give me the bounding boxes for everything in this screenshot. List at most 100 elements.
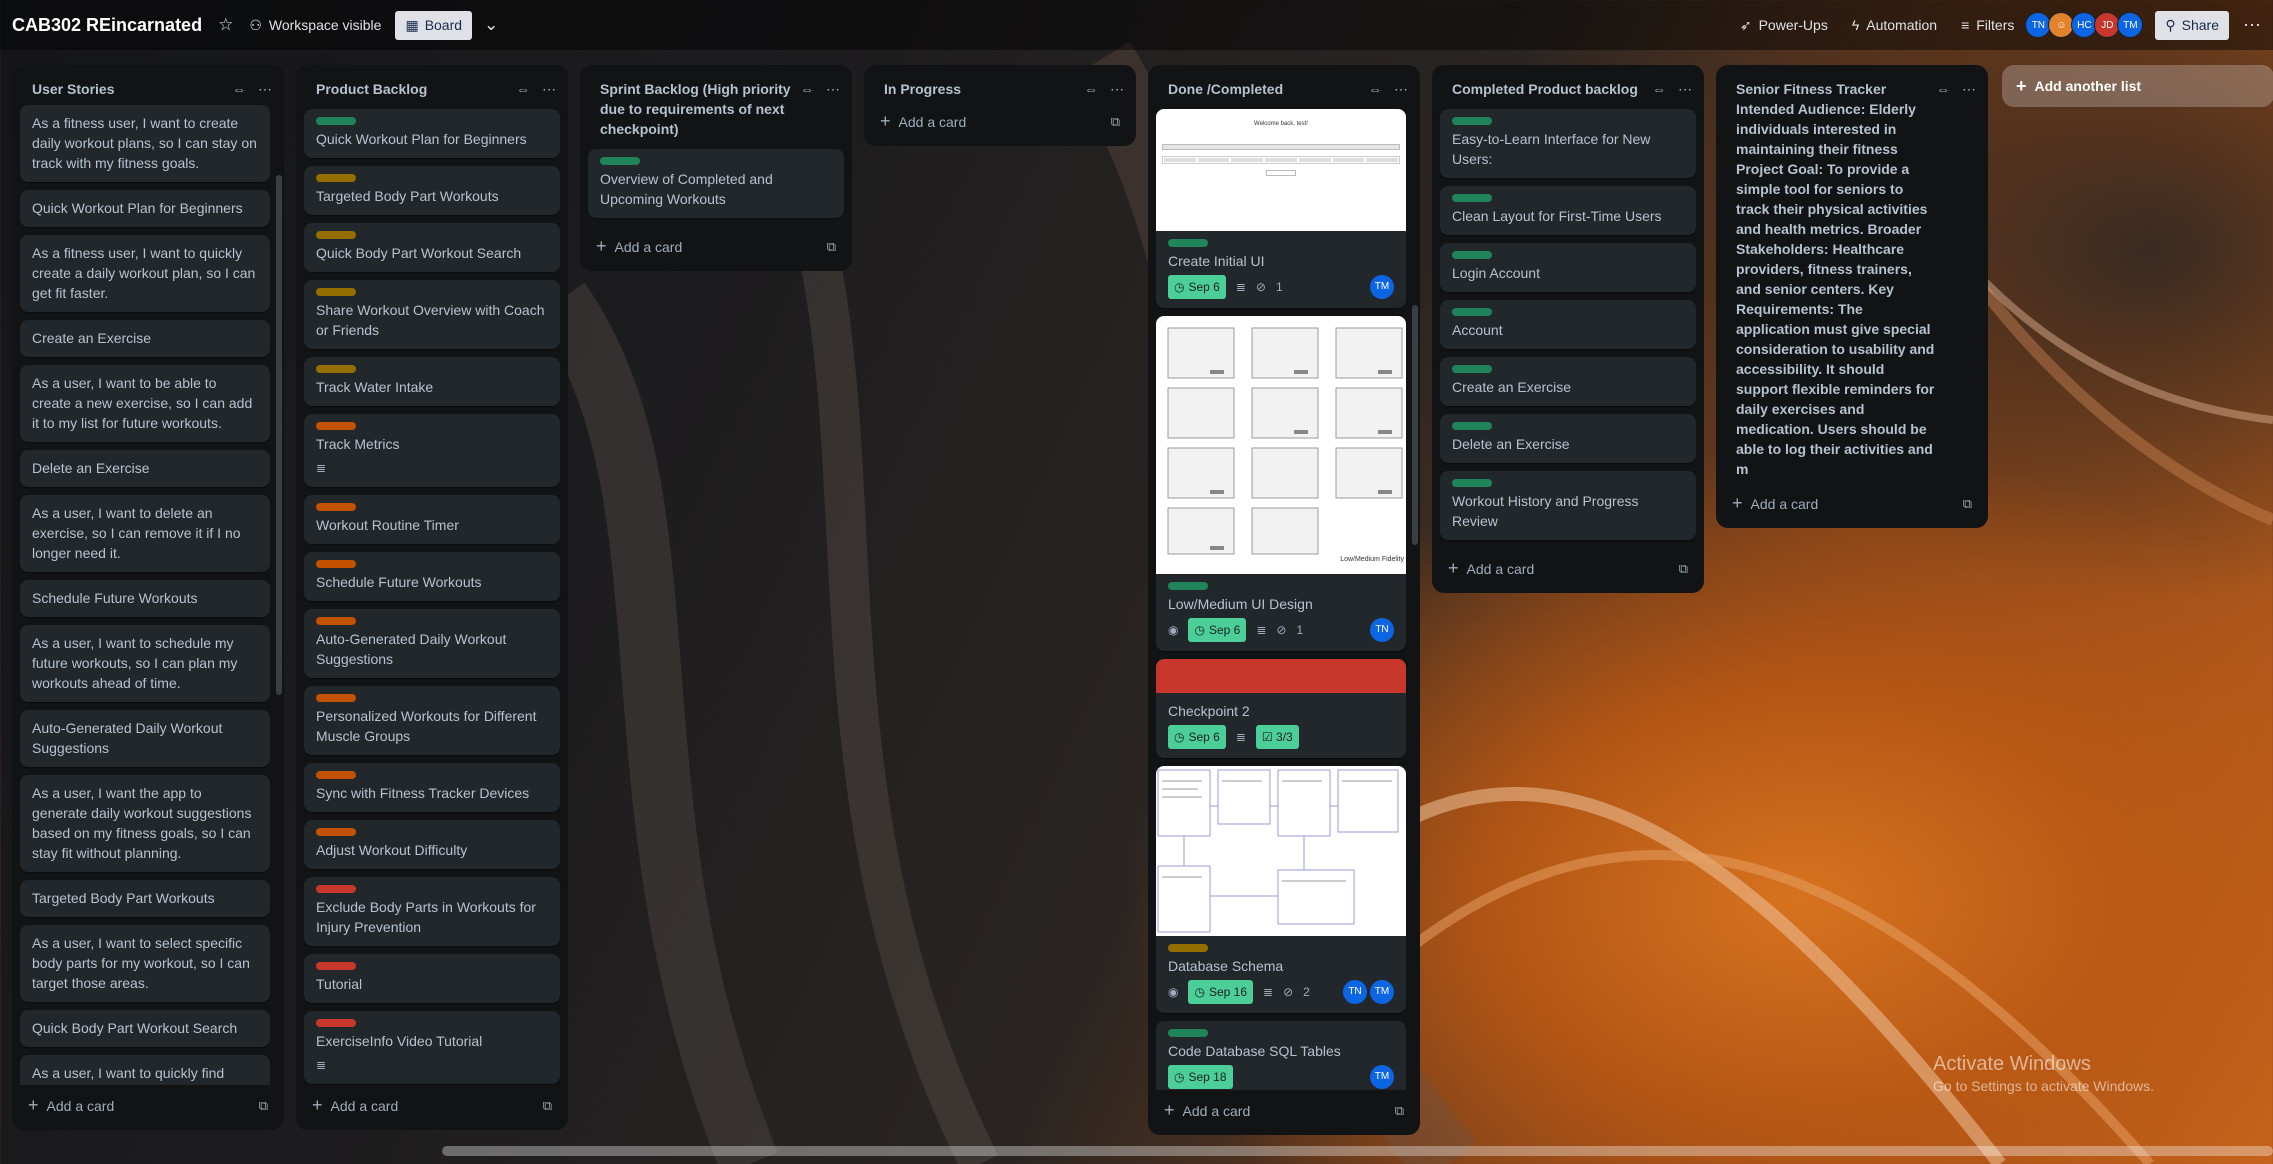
- card[interactable]: Workout History and Progress Review: [1440, 471, 1696, 540]
- card[interactable]: Workout Routine Timer: [304, 495, 560, 544]
- label-green[interactable]: [1452, 194, 1492, 202]
- card[interactable]: Targeted Body Part Workouts: [20, 880, 270, 917]
- card[interactable]: Share Workout Overview with Coach or Fri…: [304, 280, 560, 349]
- filters-button[interactable]: ≡ Filters: [1961, 17, 2014, 33]
- card[interactable]: Account: [1440, 300, 1696, 349]
- card[interactable]: As a user, I want to be able to create a…: [20, 365, 270, 442]
- due-date-badge[interactable]: ◷ Sep 6: [1168, 725, 1226, 749]
- collapse-icon[interactable]: ⇔: [1368, 81, 1382, 98]
- list-menu-icon[interactable]: ⋯: [542, 81, 556, 98]
- card[interactable]: Code Database SQL Tables ◷ Sep 18 TM: [1156, 1021, 1406, 1090]
- template-icon[interactable]: ⧉: [1963, 496, 1972, 512]
- label-green[interactable]: [1168, 239, 1208, 247]
- card[interactable]: Quick Body Part Workout Search: [20, 1010, 270, 1047]
- card[interactable]: Targeted Body Part Workouts: [304, 166, 560, 215]
- list-menu-icon[interactable]: ⋯: [1394, 81, 1408, 98]
- chevron-down-icon[interactable]: ⌄: [484, 15, 498, 35]
- card[interactable]: Login Account: [1440, 243, 1696, 292]
- add-card-button[interactable]: + Add a card ⧉: [1148, 1090, 1420, 1135]
- label-orange[interactable]: [316, 503, 356, 511]
- card[interactable]: Database Schema ◉ ◷ Sep 16 ≣ ⊘ 2 TN TM: [1156, 766, 1406, 1013]
- label-red[interactable]: [316, 1019, 356, 1027]
- avatar[interactable]: TN: [1370, 618, 1394, 642]
- card[interactable]: Track Metrics ≣: [304, 414, 560, 487]
- card[interactable]: As a user, I want the app to generate da…: [20, 775, 270, 872]
- label-green[interactable]: [316, 117, 356, 125]
- power-ups-button[interactable]: ➶ Power-Ups: [1740, 17, 1828, 34]
- avatar[interactable]: TM: [2117, 12, 2144, 38]
- collapse-icon[interactable]: ⇔: [232, 81, 246, 98]
- card[interactable]: Quick Workout Plan for Beginners: [20, 190, 270, 227]
- board-title[interactable]: CAB302 REincarnated: [12, 15, 202, 36]
- label-green[interactable]: [1452, 479, 1492, 487]
- label-yellow[interactable]: [316, 231, 356, 239]
- list-title[interactable]: Senior Fitness Tracker Intended Audience…: [1736, 79, 1936, 479]
- card[interactable]: As a user, I want to select specific bod…: [20, 925, 270, 1002]
- card[interactable]: As a user, I want to quickly find workou…: [20, 1055, 270, 1085]
- due-date-badge[interactable]: ◷ Sep 6: [1188, 618, 1247, 642]
- template-icon[interactable]: ⧉: [1395, 1103, 1404, 1119]
- board-view-button[interactable]: ▦ Board: [395, 10, 473, 40]
- template-icon[interactable]: ⧉: [543, 1098, 552, 1114]
- list-title[interactable]: Done /Completed: [1168, 79, 1368, 99]
- card[interactable]: ExerciseInfo Video Tutorial ≣: [304, 1011, 560, 1084]
- label-orange[interactable]: [316, 617, 356, 625]
- avatar[interactable]: TM: [1370, 980, 1394, 1004]
- label-green[interactable]: [1168, 582, 1208, 590]
- card[interactable]: Clean Layout for First-Time Users: [1440, 186, 1696, 235]
- card[interactable]: As a user, I want to delete an exercise,…: [20, 495, 270, 572]
- card[interactable]: Welcome back, test! Create Initial UI ◷ S…: [1156, 109, 1406, 308]
- collapse-icon[interactable]: ⇔: [800, 81, 814, 98]
- avatar[interactable]: TN: [1343, 980, 1367, 1004]
- label-orange[interactable]: [316, 828, 356, 836]
- label-green[interactable]: [600, 157, 640, 165]
- card[interactable]: Checkpoint 2 ◷ Sep 6 ≣ ☑ 3/3: [1156, 659, 1406, 758]
- template-icon[interactable]: ⧉: [827, 239, 836, 255]
- due-date-badge[interactable]: ◷ Sep 18: [1168, 1065, 1233, 1089]
- card[interactable]: As a fitness user, I want to quickly cre…: [20, 235, 270, 312]
- card[interactable]: Adjust Workout Difficulty: [304, 820, 560, 869]
- avatar[interactable]: TM: [1370, 1065, 1394, 1089]
- add-card-button[interactable]: + Add a card ⧉: [12, 1085, 284, 1130]
- add-card-button[interactable]: + Add a card ⧉: [580, 226, 852, 271]
- card[interactable]: Tutorial: [304, 954, 560, 1003]
- card[interactable]: Quick Workout Plan for Beginners: [304, 109, 560, 158]
- add-list-button[interactable]: + Add another list: [2002, 65, 2273, 107]
- label-green[interactable]: [1452, 117, 1492, 125]
- list-title[interactable]: Product Backlog: [316, 79, 516, 99]
- due-date-badge[interactable]: ◷ Sep 16: [1188, 980, 1254, 1004]
- card[interactable]: Delete an Exercise: [20, 450, 270, 487]
- label-green[interactable]: [1452, 308, 1492, 316]
- label-yellow[interactable]: [1168, 944, 1208, 952]
- list-title[interactable]: Sprint Backlog (High priority due to req…: [600, 79, 800, 139]
- list-scrollbar[interactable]: [1412, 305, 1418, 545]
- star-icon[interactable]: ☆: [218, 15, 233, 35]
- automation-button[interactable]: ϟ Automation: [1852, 17, 1937, 33]
- label-orange[interactable]: [316, 771, 356, 779]
- due-date-badge[interactable]: ◷ Sep 6: [1168, 275, 1226, 299]
- label-red[interactable]: [316, 885, 356, 893]
- label-yellow[interactable]: [316, 288, 356, 296]
- label-yellow[interactable]: [316, 174, 356, 182]
- card[interactable]: Track Water Intake: [304, 357, 560, 406]
- label-yellow[interactable]: [316, 365, 356, 373]
- list-title[interactable]: In Progress: [884, 79, 1084, 99]
- add-card-button[interactable]: + Add a card ⧉: [1432, 548, 1704, 593]
- collapse-icon[interactable]: ⇔: [1936, 81, 1950, 98]
- card[interactable]: Auto-Generated Daily Workout Suggestions: [304, 609, 560, 678]
- template-icon[interactable]: ⧉: [1111, 114, 1120, 130]
- list-scrollbar[interactable]: [276, 175, 282, 695]
- card[interactable]: Low/Medium Fidelity Low/Medium UI Design…: [1156, 316, 1406, 651]
- more-icon[interactable]: ⋯: [2243, 15, 2261, 36]
- list-menu-icon[interactable]: ⋯: [826, 81, 840, 98]
- list-menu-icon[interactable]: ⋯: [1962, 81, 1976, 98]
- card[interactable]: Quick Body Part Workout Search: [304, 223, 560, 272]
- label-green[interactable]: [1168, 1029, 1208, 1037]
- card[interactable]: Overview of Completed and Upcoming Worko…: [588, 149, 844, 218]
- share-button[interactable]: ⚲ Share: [2155, 10, 2229, 40]
- card[interactable]: Sync with Fitness Tracker Devices: [304, 763, 560, 812]
- card[interactable]: As a fitness user, I want to create dail…: [20, 105, 270, 182]
- board-horizontal-scrollbar[interactable]: [442, 1146, 2273, 1156]
- card[interactable]: Easy-to-Learn Interface for New Users:: [1440, 109, 1696, 178]
- label-red[interactable]: [316, 962, 356, 970]
